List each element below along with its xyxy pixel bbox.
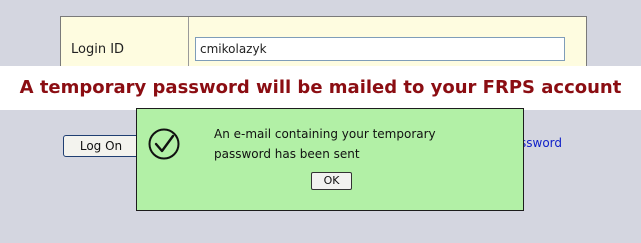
confirmation-dialog: An e-mail containing your temporary pass…	[136, 108, 524, 211]
log-on-button[interactable]: Log On	[63, 135, 139, 157]
dialog-message-line-1: An e-mail containing your temporary	[214, 127, 436, 141]
check-circle-icon	[148, 128, 180, 160]
forgot-password-link[interactable]: ssword	[520, 136, 562, 150]
notice-banner: A temporary password will be mailed to y…	[0, 66, 641, 110]
dialog-message-line-2: password has been sent	[214, 147, 360, 161]
login-id-label: Login ID	[71, 42, 125, 57]
dialog-message: An e-mail containing your temporary pass…	[214, 124, 504, 164]
ok-button[interactable]: OK	[311, 172, 352, 190]
login-id-input[interactable]: cmikolazyk	[195, 37, 565, 61]
notice-banner-text: A temporary password will be mailed to y…	[19, 77, 622, 98]
